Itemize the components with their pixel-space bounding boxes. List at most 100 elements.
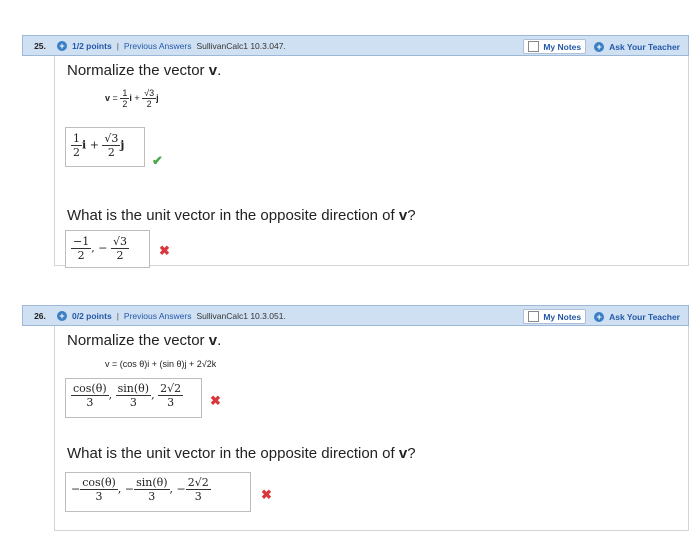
ans-comma: , — [151, 388, 155, 402]
checkbox-icon[interactable] — [528, 311, 540, 322]
ans-frac-2: sin(θ) 3 — [115, 382, 152, 409]
ans-comma: , — [108, 388, 113, 402]
ans-frac-1: −1 2 — [71, 235, 92, 262]
question-2: What is the unit vector in the opposite … — [67, 207, 416, 224]
question-text: What is the unit vector in the opposite … — [67, 445, 399, 462]
ans-minus: − — [98, 241, 108, 255]
cross-icon: ✖ — [210, 393, 221, 408]
ans-frac-3: 2√2 3 — [158, 382, 184, 409]
ask-teacher-button[interactable]: + Ask Your Teacher — [590, 40, 684, 53]
check-icon: ✔ — [152, 153, 163, 168]
frac-num: 1 — [120, 88, 130, 99]
cross-icon: ✖ — [159, 243, 170, 258]
eq-lhs: v — [105, 92, 111, 103]
frac-num: −1 — [71, 235, 92, 249]
given-equation: v = (cos θ)i + (sin θ)j + 2√2k — [105, 359, 216, 369]
frac-num: √3 — [110, 235, 129, 249]
frac-den: 2 — [122, 99, 128, 109]
problem-25: 25. + 1/2 points | Previous Answers Sull… — [22, 35, 689, 268]
frac-num: cos(θ) — [71, 382, 109, 396]
ans-minus: − — [176, 482, 186, 496]
frac-den: 3 — [86, 396, 94, 409]
expand-icon[interactable]: + — [57, 310, 67, 321]
question-punct: . — [217, 332, 222, 349]
ans-frac-2: sin(θ) 3 — [134, 476, 170, 503]
frac-den: 2 — [73, 146, 80, 159]
ask-teacher-label: Ask Your Teacher — [609, 41, 680, 52]
checkbox-icon[interactable] — [528, 41, 540, 52]
eq-plus: + — [134, 92, 140, 103]
ans-frac-1: 12 — [71, 132, 82, 159]
ans-frac-1: cos(θ) 3 — [80, 476, 118, 503]
problem-header: 26. + 0/2 points | Previous Answers Sull… — [22, 305, 689, 326]
expand-icon[interactable]: + — [57, 40, 67, 51]
plus-icon: + — [594, 311, 605, 322]
question-2: What is the unit vector in the opposite … — [67, 445, 416, 462]
problem-source: SullivanCalc1 10.3.047. — [196, 40, 286, 51]
frac-den: 3 — [194, 490, 202, 503]
answer-field-1[interactable]: 12i + √3 2 j — [65, 127, 145, 167]
frac-num: sin(θ) — [115, 382, 152, 396]
ans-frac-3: 2√2 3 — [185, 476, 211, 503]
unit-j: j — [156, 92, 159, 103]
answer-field-2[interactable]: − cos(θ) 3, − sin(θ) 3, −2√2 3 — [65, 472, 251, 512]
frac-num: 2√2 — [158, 382, 184, 396]
problem-body: Normalize the vector v. v = 12i + √3 2 j 1… — [54, 56, 689, 268]
vector-symbol: v — [398, 445, 408, 462]
equation-text: v = (cos θ)i + (sin θ)j + 2√2k — [105, 359, 217, 369]
answer-field-2[interactable]: −1 2, − √3 2 — [65, 230, 150, 268]
separator: | — [116, 310, 119, 321]
frac-num: 2√2 — [185, 476, 211, 490]
given-equation: v = 12i + √3 2 j — [105, 88, 159, 109]
ask-teacher-button[interactable]: + Ask Your Teacher — [590, 310, 684, 323]
question-punct: ? — [407, 445, 416, 462]
unit-i: i — [82, 138, 87, 152]
problem-body: Normalize the vector v. v = (cos θ)i + (… — [54, 326, 689, 531]
ask-teacher-label: Ask Your Teacher — [609, 311, 680, 322]
problem-header: 25. + 1/2 points | Previous Answers Sull… — [22, 35, 689, 56]
header-actions: My Notes + Ask Your Teacher — [519, 309, 684, 324]
frac-den: 3 — [167, 396, 175, 409]
question-1: Normalize the vector v. — [67, 332, 221, 349]
question-1: Normalize the vector v. — [67, 62, 221, 79]
frac-den: 2 — [146, 99, 152, 109]
frac-den: 3 — [129, 396, 137, 409]
problem-number: 26. — [34, 310, 46, 321]
my-notes-label: My Notes — [543, 41, 582, 52]
ans-comma: , — [117, 482, 122, 496]
frac-den: 2 — [77, 249, 85, 262]
plus-icon: + — [594, 41, 605, 52]
question-punct: . — [217, 62, 222, 79]
vector-symbol: v — [398, 207, 408, 224]
cross-icon: ✖ — [261, 487, 272, 502]
ans-comma: , — [169, 482, 174, 496]
points-label: 1/2 points — [72, 40, 112, 51]
eq-sign: = — [112, 92, 118, 103]
previous-answers-link[interactable]: Previous Answers — [124, 41, 192, 51]
problem-number: 25. — [34, 40, 46, 51]
my-notes-label: My Notes — [543, 311, 582, 322]
answer-field-1[interactable]: cos(θ) 3, sin(θ) 3, 2√2 3 — [65, 378, 202, 418]
previous-answers-link[interactable]: Previous Answers — [124, 311, 192, 321]
question-punct: ? — [407, 207, 416, 224]
my-notes-button[interactable]: My Notes — [523, 309, 587, 324]
problem-26: 26. + 0/2 points | Previous Answers Sull… — [22, 305, 689, 531]
frac-den: 3 — [95, 490, 103, 503]
problem-source: SullivanCalc1 10.3.051. — [196, 310, 286, 321]
frac-den: 3 — [148, 490, 156, 503]
ans-plus: + — [89, 138, 99, 152]
question-text: Normalize the vector — [67, 62, 209, 79]
frac-num: √3 — [142, 88, 157, 99]
ans-minus: − — [124, 482, 135, 496]
frac-num: sin(θ) — [134, 476, 170, 490]
vector-symbol: v — [208, 62, 218, 79]
separator: | — [116, 40, 119, 51]
ans-frac-2: √3 2 — [102, 132, 121, 159]
my-notes-button[interactable]: My Notes — [523, 39, 587, 54]
ans-minus: − — [71, 482, 81, 496]
question-text: What is the unit vector in the opposite … — [67, 207, 399, 224]
eq-frac-2: √3 2 — [142, 88, 157, 109]
unit-j: j — [120, 138, 125, 152]
frac-den: 2 — [116, 249, 124, 262]
eq-frac-1: 12 — [120, 88, 130, 109]
